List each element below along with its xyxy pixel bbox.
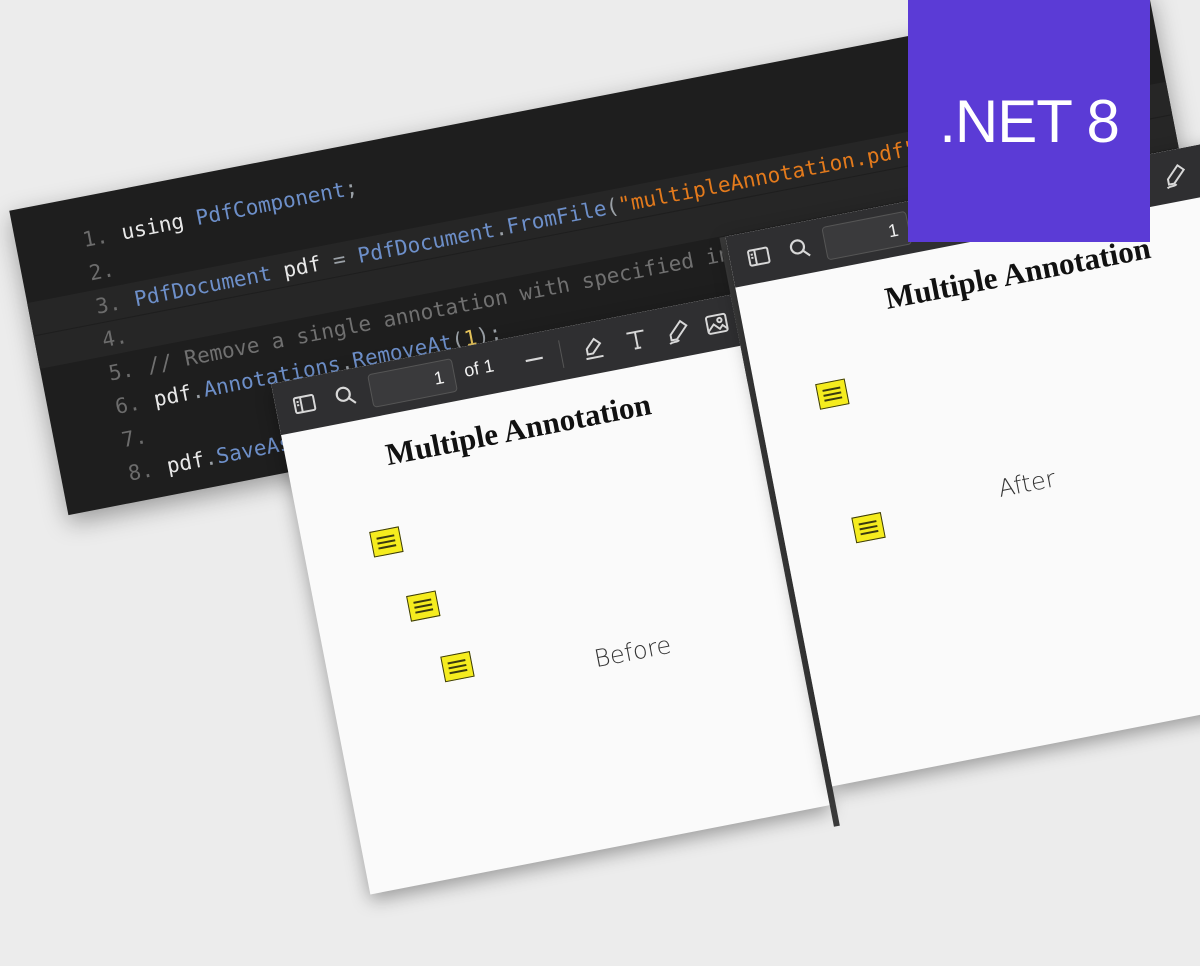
after-caption: After [996,464,1058,502]
viewer-before: 1 of 1 Multiple Annotation Before [271,295,830,895]
text-icon[interactable] [621,324,651,354]
badge-text: .NET 8 [939,87,1119,156]
sticky-note-annotation[interactable] [851,512,885,543]
sticky-note-annotation[interactable] [815,378,849,409]
image-icon[interactable] [702,309,732,339]
search-icon[interactable] [785,233,815,263]
dotnet-version-badge: .NET 8 [908,0,1150,242]
code-token: pdf [152,380,194,411]
minus-icon[interactable] [519,344,549,374]
highlight-pen-icon[interactable] [578,333,608,363]
draw-pen-icon[interactable] [662,316,692,346]
sidebar-toggle-icon[interactable] [289,389,319,419]
search-icon[interactable] [331,381,361,411]
toolbar-separator [558,340,564,368]
sticky-note-annotation[interactable] [369,526,403,557]
code-token: pdf [281,249,335,282]
page-count-label: of 1 [462,355,495,381]
page-number-input[interactable]: 1 [367,358,458,408]
page-number-input[interactable]: 1 [821,211,912,261]
draw-pen-icon[interactable] [1160,160,1190,190]
sticky-note-annotation[interactable] [440,651,474,682]
sticky-note-annotation[interactable] [406,590,440,621]
before-caption: Before [592,631,674,673]
code-token: pdf [165,447,207,478]
sidebar-toggle-icon[interactable] [744,241,774,271]
